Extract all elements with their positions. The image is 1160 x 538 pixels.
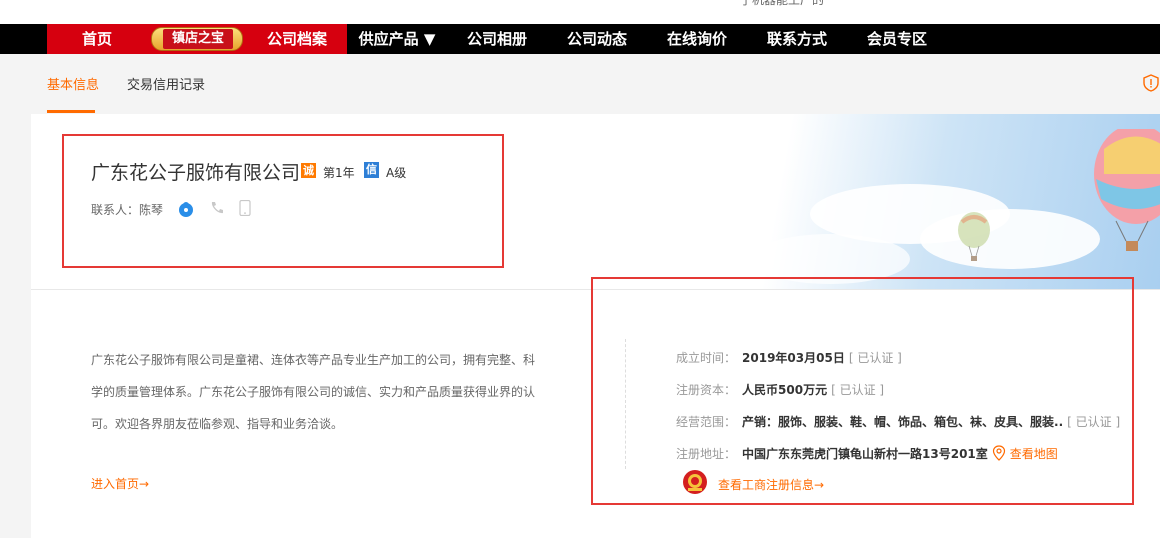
top-strip: 了机器能工厂的 bbox=[0, 0, 1160, 24]
sky-background bbox=[660, 114, 1160, 289]
nav-featured-badge[interactable]: 镇店之宝 bbox=[147, 24, 247, 54]
large-balloon-icon bbox=[1094, 129, 1160, 251]
nav-featured-label: 镇店之宝 bbox=[163, 29, 233, 49]
nav-news[interactable]: 公司动态 bbox=[552, 24, 642, 54]
nav-inquiry[interactable]: 在线询价 bbox=[652, 24, 742, 54]
enter-homepage-link[interactable]: 进入首页→ bbox=[91, 475, 149, 492]
main-nav: 首页 镇店之宝 公司档案 供应产品 ▼ 公司相册 公司动态 在线询价 联系方式 … bbox=[0, 24, 1160, 54]
nav-contact[interactable]: 联系方式 bbox=[752, 24, 842, 54]
tab-credit-records[interactable]: 交易信用记录 bbox=[127, 74, 205, 93]
highlight-box-company bbox=[62, 134, 504, 268]
highlight-box-registration bbox=[591, 277, 1134, 505]
tab-basic-info[interactable]: 基本信息 bbox=[47, 74, 99, 93]
tab-bar: 基本信息 交易信用记录 bbox=[0, 54, 1160, 114]
nav-album[interactable]: 公司相册 bbox=[452, 24, 542, 54]
nav-home[interactable]: 首页 bbox=[47, 24, 147, 54]
nav-company-archive[interactable]: 公司档案 bbox=[247, 24, 347, 54]
top-strip-text: 了机器能工厂的 bbox=[740, 0, 825, 7]
tab-active-indicator bbox=[47, 110, 95, 113]
nav-products[interactable]: 供应产品 ▼ bbox=[352, 24, 442, 54]
company-intro: 广东花公子服饰有限公司是童裙、连体衣等产品专业生产加工的公司，拥有完整、科学的质… bbox=[91, 353, 536, 431]
alert-icon[interactable] bbox=[1142, 74, 1160, 92]
nav-members[interactable]: 会员专区 bbox=[852, 24, 942, 54]
small-balloon-icon bbox=[958, 212, 990, 261]
